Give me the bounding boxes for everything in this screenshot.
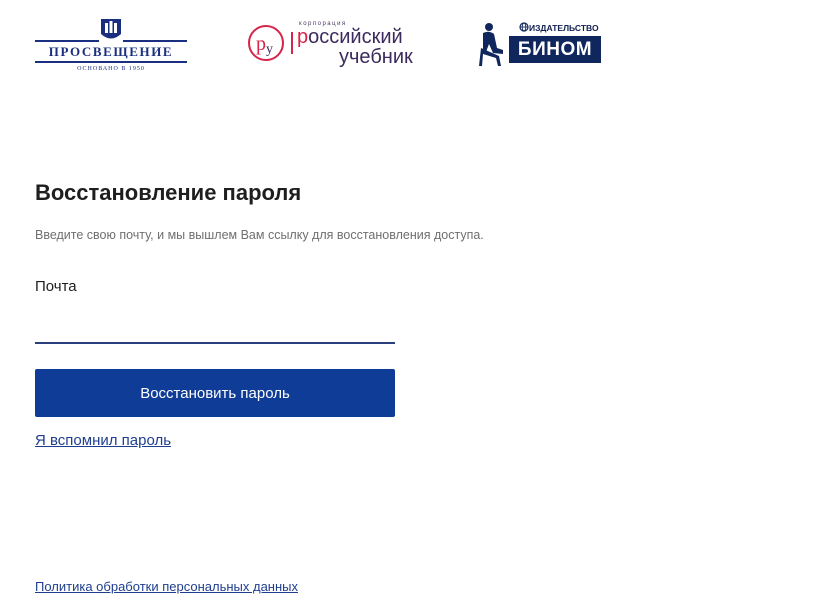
divider	[123, 40, 187, 42]
globe-icon	[519, 22, 529, 32]
ru-circle-icon: р у	[248, 25, 284, 61]
page-subtitle: Введите свою почту, и мы вышлем Вам ссыл…	[35, 228, 484, 242]
remember-password-link[interactable]: Я вспомнил пароль	[35, 432, 171, 449]
binom-logo[interactable]: ИЗДАТЕЛЬСТВО БИНОМ	[477, 20, 602, 68]
binom-publisher-label: ИЗДАТЕЛЬСТВО	[529, 23, 599, 33]
email-label: Почта	[35, 278, 77, 295]
ru-line2: учебник	[339, 46, 413, 68]
prosveshchenie-emblem-icon	[101, 19, 121, 39]
page-title: Восстановление пароля	[35, 180, 302, 205]
binom-name: БИНОМ	[509, 36, 601, 63]
svg-text:у: у	[266, 42, 273, 57]
svg-text:р: р	[256, 33, 266, 55]
privacy-policy-link[interactable]: Политика обработки персональных данных	[35, 579, 298, 594]
divider	[35, 40, 99, 42]
prosveshchenie-name: ПРОСВЕЩЕНИЕ	[48, 44, 174, 59]
divider	[35, 61, 187, 63]
ru-line1-rest: оссийский	[308, 26, 403, 48]
seated-figure-icon	[479, 23, 503, 66]
password-recovery-page: ПРОСВЕЩЕНИЕ ОСНОВАНО В 1950 р у корпорац…	[0, 0, 822, 612]
prosveshchenie-logo[interactable]: ПРОСВЕЩЕНИЕ ОСНОВАНО В 1950	[35, 16, 187, 74]
russian-textbook-logo[interactable]: р у корпорация российский учебник	[247, 18, 422, 68]
email-field[interactable]	[35, 312, 395, 344]
ru-accent-bar	[291, 32, 293, 54]
partner-logos: ПРОСВЕЩЕНИЕ ОСНОВАНО В 1950 р у корпорац…	[35, 14, 635, 76]
ru-line1-first: р	[297, 26, 309, 48]
prosveshchenie-since: ОСНОВАНО В 1950	[77, 66, 145, 72]
recover-password-button[interactable]: Восстановить пароль	[35, 369, 395, 417]
